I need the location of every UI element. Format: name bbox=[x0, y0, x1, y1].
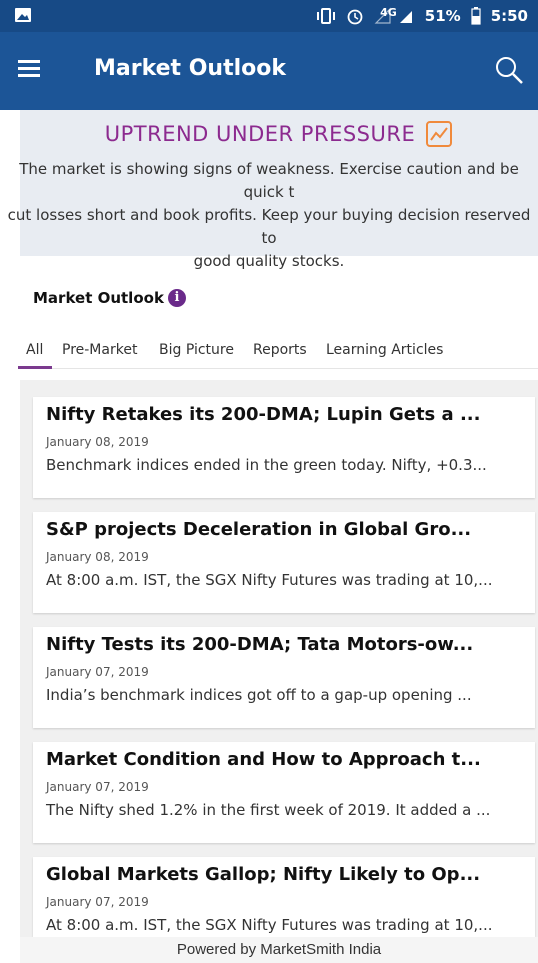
article-excerpt: At 8:00 a.m. IST, the SGX Nifty Futures … bbox=[46, 916, 493, 934]
info-icon[interactable]: i bbox=[167, 289, 186, 307]
article-title: Market Condition and How to Approach t..… bbox=[46, 749, 481, 770]
page-title: Market Outlook bbox=[94, 56, 287, 81]
article-card[interactable]: Nifty Tests its 200-DMA; Tata Motors-ow.… bbox=[33, 627, 535, 728]
article-excerpt: Benchmark indices ended in the green tod… bbox=[46, 456, 487, 474]
tab-learning-articles[interactable]: Learning Articles bbox=[326, 342, 443, 358]
active-tab-indicator bbox=[18, 366, 52, 369]
description-line: The market is showing signs of weakness.… bbox=[19, 160, 519, 201]
article-title: Global Markets Gallop; Nifty Likely to O… bbox=[46, 864, 481, 885]
battery-icon bbox=[471, 7, 481, 25]
market-status-text: UPTREND UNDER PRESSURE bbox=[104, 122, 416, 146]
article-card[interactable]: Nifty Retakes its 200-DMA; Lupin Gets a … bbox=[33, 397, 535, 498]
section-title-text: Market Outlook bbox=[33, 289, 164, 307]
battery-percent: 51% bbox=[424, 7, 461, 25]
article-title: S&P projects Deceleration in Global Gro.… bbox=[46, 519, 472, 540]
clock: 5:50 bbox=[490, 7, 528, 25]
article-title: Nifty Retakes its 200-DMA; Lupin Gets a … bbox=[46, 404, 481, 425]
network-type: 4G bbox=[380, 5, 397, 19]
image-icon bbox=[15, 8, 31, 22]
tab-pre-market[interactable]: Pre-Market bbox=[62, 342, 137, 358]
article-card[interactable]: Global Markets Gallop; Nifty Likely to O… bbox=[33, 857, 535, 937]
footer-credit: Powered by MarketSmith India bbox=[20, 937, 538, 963]
article-excerpt: The Nifty shed 1.2% in the first week of… bbox=[46, 801, 491, 819]
trend-chart-icon bbox=[426, 121, 453, 147]
tab-all[interactable]: All bbox=[26, 342, 43, 358]
category-tabs: All Pre-Market Big Picture Reports Learn… bbox=[0, 342, 538, 368]
article-date: January 07, 2019 bbox=[46, 895, 149, 909]
app-bar: Market Outlook bbox=[0, 32, 538, 110]
section-title: Market Outlook i bbox=[33, 289, 186, 307]
search-icon[interactable] bbox=[492, 53, 526, 87]
article-title: Nifty Tests its 200-DMA; Tata Motors-ow.… bbox=[46, 634, 474, 655]
status-bar: 4G 51% 5:50 bbox=[0, 0, 538, 32]
article-date: January 08, 2019 bbox=[46, 550, 149, 564]
market-status-headline: UPTREND UNDER PRESSURE bbox=[20, 120, 538, 148]
tab-big-picture[interactable]: Big Picture bbox=[159, 342, 234, 358]
menu-icon[interactable] bbox=[14, 56, 44, 86]
article-date: January 07, 2019 bbox=[46, 665, 149, 679]
tab-reports[interactable]: Reports bbox=[253, 342, 307, 358]
description-line: cut losses short and book profits. Keep … bbox=[7, 206, 531, 247]
article-card[interactable]: Market Condition and How to Approach t..… bbox=[33, 742, 535, 843]
article-excerpt: At 8:00 a.m. IST, the SGX Nifty Futures … bbox=[46, 571, 493, 589]
article-excerpt: India’s benchmark indices got off to a g… bbox=[46, 686, 472, 704]
market-status-description: The market is showing signs of weakness.… bbox=[0, 158, 538, 273]
article-date: January 08, 2019 bbox=[46, 435, 149, 449]
article-date: January 07, 2019 bbox=[46, 780, 149, 794]
vibrate-icon bbox=[317, 8, 336, 24]
article-card[interactable]: S&P projects Deceleration in Global Gro.… bbox=[33, 512, 535, 613]
alarm-icon bbox=[347, 9, 363, 25]
